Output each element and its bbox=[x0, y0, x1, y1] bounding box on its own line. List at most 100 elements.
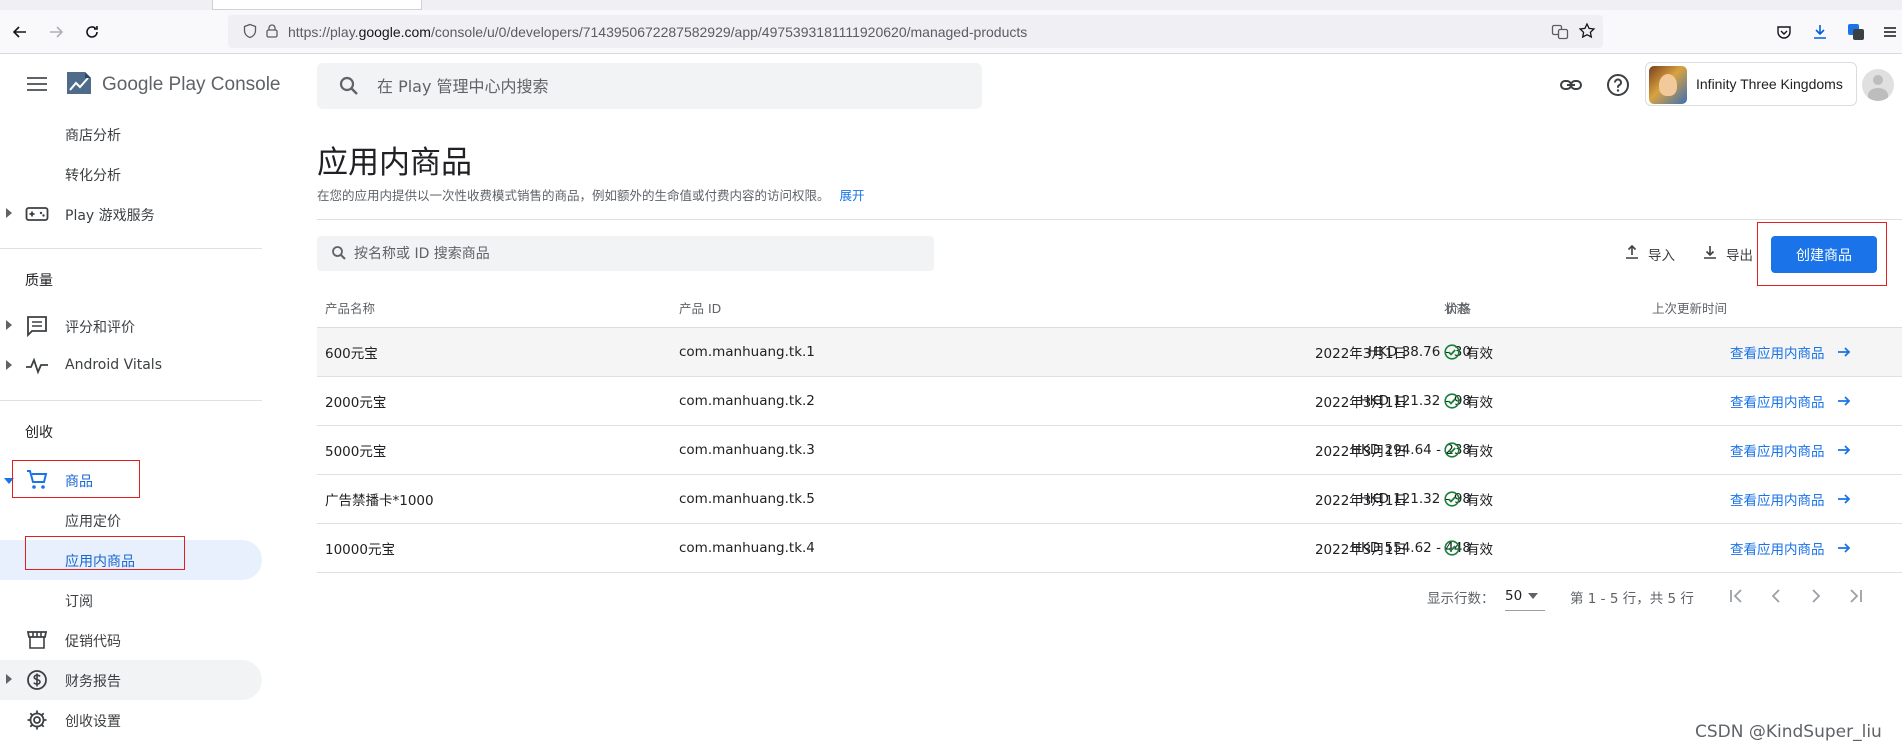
sidebar-section-monetize: 创收 bbox=[25, 425, 53, 441]
sidebar-item-monetization-settings[interactable]: 创收设置 bbox=[0, 700, 262, 740]
arrow-right-icon bbox=[1837, 543, 1850, 553]
table-row[interactable]: 10000元宝 com.manhuang.tk.4 HKD 554.62 - 4… bbox=[317, 524, 1902, 573]
view-product-link[interactable]: 查看应用内商品 bbox=[1730, 475, 1851, 523]
reload-icon[interactable] bbox=[80, 20, 104, 44]
sidebar-item-label: 评分和评价 bbox=[65, 320, 135, 336]
sidebar-item-label: Android Vitals bbox=[65, 357, 162, 373]
page-description: 在您的应用内提供以一次性收费模式销售的商品，例如额外的生命值或付费内容的访问权限… bbox=[317, 185, 865, 204]
table-row[interactable]: 5000元宝 com.manhuang.tk.3 HKD 294.64 - 23… bbox=[317, 426, 1902, 475]
last-page-icon[interactable] bbox=[1844, 584, 1868, 608]
check-circle-icon bbox=[1444, 393, 1460, 409]
export-button[interactable]: 导出 bbox=[1702, 244, 1753, 264]
account-avatar[interactable] bbox=[1862, 69, 1894, 101]
product-name: 600元宝 bbox=[325, 346, 378, 362]
table-row[interactable]: 600元宝 com.manhuang.tk.1 HKD 38.76 - 30 2… bbox=[317, 328, 1902, 377]
header-price[interactable]: 价格 bbox=[1017, 288, 1471, 327]
page-description-text: 在您的应用内提供以一次性收费模式销售的商品，例如额外的生命值或付费内容的访问权限… bbox=[317, 188, 830, 203]
import-button[interactable]: 导入 bbox=[1624, 244, 1675, 264]
view-product-label: 查看应用内商品 bbox=[1730, 493, 1825, 509]
arrow-right-icon bbox=[1837, 347, 1850, 357]
export-label: 导出 bbox=[1726, 248, 1753, 264]
product-updated: 2022年3月1日 bbox=[1314, 493, 1407, 509]
rows-per-page-select[interactable]: 50 bbox=[1505, 581, 1545, 611]
expand-caret-icon[interactable] bbox=[6, 360, 12, 370]
expand-caret-icon[interactable] bbox=[6, 674, 12, 684]
download-icon bbox=[1702, 244, 1718, 264]
sidebar-item-play-games-services[interactable]: Play 游戏服务 bbox=[0, 194, 262, 234]
sidebar-divider bbox=[0, 248, 262, 249]
product-search-input[interactable] bbox=[354, 236, 914, 271]
status-badge: 有效 bbox=[1444, 377, 1493, 425]
hamburger-menu-icon[interactable] bbox=[24, 72, 52, 96]
view-product-link[interactable]: 查看应用内商品 bbox=[1730, 524, 1851, 572]
sidebar-item-app-pricing[interactable]: 应用定价 bbox=[0, 500, 262, 540]
rows-per-page-label: 显示行数： bbox=[1427, 591, 1495, 607]
sidebar-item-ratings-reviews[interactable]: 评分和评价 bbox=[0, 306, 262, 346]
sidebar-item-in-app-products[interactable]: 应用内商品 bbox=[0, 540, 262, 580]
gear-icon bbox=[25, 708, 49, 732]
table-row[interactable]: 2000元宝 com.manhuang.tk.2 HKD 121.32 - 98… bbox=[317, 377, 1902, 426]
header-product-name[interactable]: 产品名称 bbox=[325, 288, 375, 327]
first-page-icon[interactable] bbox=[1724, 584, 1748, 608]
sidebar-item-label: Play 游戏服务 bbox=[65, 208, 155, 224]
sidebar-item-promo-codes[interactable]: 促销代码 bbox=[0, 620, 262, 660]
header-product-id[interactable]: 产品 ID bbox=[679, 288, 721, 327]
product-search-box[interactable] bbox=[317, 236, 934, 271]
help-icon[interactable] bbox=[1603, 70, 1633, 100]
sidebar-item-label: 应用定价 bbox=[65, 514, 121, 530]
sidebar-item-products[interactable]: 商品 bbox=[0, 460, 262, 500]
header-last-updated[interactable]: 上次更新时间 bbox=[1477, 288, 1727, 327]
arrow-right-icon bbox=[1837, 445, 1850, 455]
sidebar-item-android-vitals[interactable]: Android Vitals bbox=[0, 346, 262, 386]
app-menu-icon[interactable] bbox=[1878, 20, 1902, 44]
pocket-icon[interactable] bbox=[1772, 20, 1796, 44]
global-search-input[interactable] bbox=[377, 63, 937, 109]
sidebar-section-quality: 质量 bbox=[25, 273, 53, 289]
sidebar-item-subscriptions[interactable]: 订阅 bbox=[0, 580, 262, 620]
sidebar-item-conversion-analysis[interactable]: 转化分析 bbox=[0, 154, 262, 194]
app-icon bbox=[1649, 66, 1687, 104]
status-badge: 有效 bbox=[1444, 426, 1493, 474]
create-product-button[interactable]: 创建商品 bbox=[1771, 236, 1877, 273]
sidebar-item-financial-reports[interactable]: 财务报告 bbox=[0, 660, 262, 700]
address-bar[interactable]: https://play.google.com/console/u/0/deve… bbox=[228, 15, 1603, 48]
global-search-box[interactable] bbox=[317, 63, 982, 109]
translate-extension-icon[interactable] bbox=[1844, 20, 1868, 44]
app-selector[interactable]: Infinity Three Kingdoms bbox=[1645, 62, 1857, 106]
view-product-link[interactable]: 查看应用内商品 bbox=[1730, 426, 1851, 474]
gamepad-icon bbox=[25, 202, 49, 226]
product-id: com.manhuang.tk.1 bbox=[679, 344, 815, 360]
sidebar-item-store-analysis[interactable]: 商店分析 bbox=[0, 114, 262, 154]
status-text: 有效 bbox=[1466, 346, 1493, 362]
status-text: 有效 bbox=[1466, 395, 1493, 411]
back-icon[interactable] bbox=[8, 20, 32, 44]
product-name: 2000元宝 bbox=[325, 395, 387, 411]
translate-icon[interactable] bbox=[1551, 23, 1569, 45]
view-product-link[interactable]: 查看应用内商品 bbox=[1730, 377, 1851, 425]
table-row[interactable]: 广告禁播卡*1000 com.manhuang.tk.5 HKD 121.32 … bbox=[317, 475, 1902, 524]
check-circle-icon bbox=[1444, 491, 1460, 507]
next-page-icon[interactable] bbox=[1804, 584, 1828, 608]
downloads-icon[interactable] bbox=[1808, 20, 1832, 44]
expand-caret-icon[interactable] bbox=[6, 320, 12, 330]
header-status[interactable]: 状态 bbox=[1444, 288, 1469, 327]
expand-caret-icon[interactable] bbox=[6, 208, 12, 218]
play-console-logo[interactable]: Google Play Console bbox=[64, 68, 281, 102]
product-id: com.manhuang.tk.4 bbox=[679, 540, 815, 556]
shield-icon[interactable] bbox=[242, 23, 258, 43]
collapse-caret-icon[interactable] bbox=[4, 478, 14, 484]
product-id: com.manhuang.tk.3 bbox=[679, 442, 815, 458]
expand-link[interactable]: 展开 bbox=[840, 188, 865, 203]
bookmark-star-icon[interactable] bbox=[1578, 22, 1596, 44]
store-icon bbox=[25, 628, 49, 652]
previous-page-icon[interactable] bbox=[1764, 584, 1788, 608]
forward-icon[interactable] bbox=[44, 20, 68, 44]
view-product-link[interactable]: 查看应用内商品 bbox=[1730, 328, 1851, 376]
pagination-range: 第 1 - 5 行，共 5 行 bbox=[1570, 591, 1694, 607]
lock-icon[interactable] bbox=[264, 23, 280, 43]
sidebar-item-label: 促销代码 bbox=[65, 634, 121, 650]
browser-tabstrip bbox=[0, 0, 1902, 10]
link-icon[interactable] bbox=[1556, 70, 1586, 100]
browser-active-tab[interactable] bbox=[212, 0, 422, 10]
watermark: CSDN @KindSuper_liu bbox=[1695, 722, 1882, 742]
